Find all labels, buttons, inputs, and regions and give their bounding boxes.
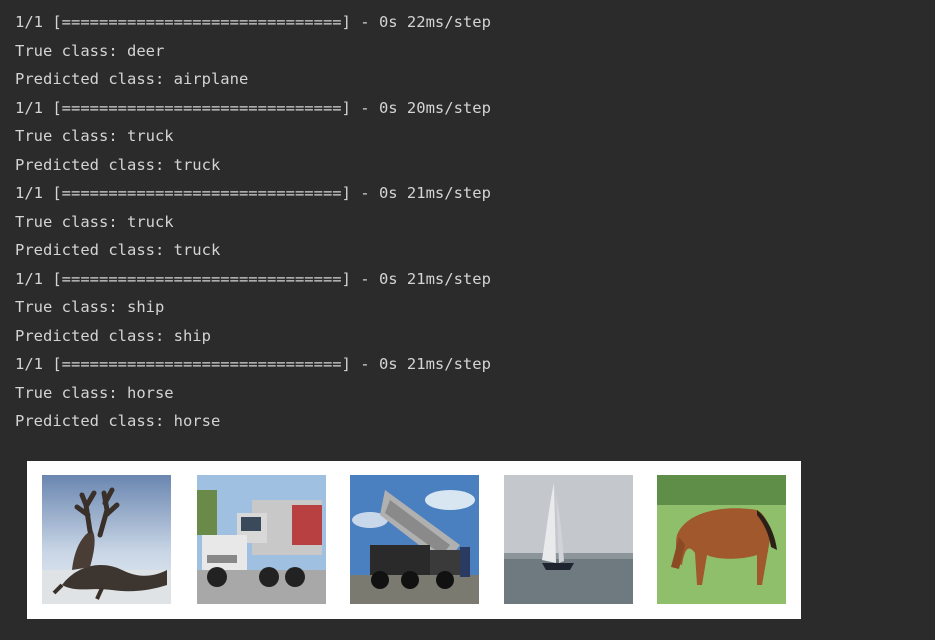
true-class-line: True class: truck (15, 212, 174, 231)
progress-line: 1/1 [==============================] - 0… (15, 13, 491, 31)
true-class-line: True class: truck (15, 127, 174, 145)
truck-image (350, 475, 479, 604)
predicted-class-line: Predicted class: horse (15, 412, 221, 430)
truck-image (197, 475, 326, 604)
progress-line: 1/1 [==============================] - 0… (15, 184, 491, 202)
ship-image (504, 475, 633, 604)
cell-output: 1/1 [==============================] - 0… (15, 10, 491, 438)
image-grid-figure (27, 461, 801, 619)
true-class-line: True class: horse (15, 383, 174, 402)
predicted-class-line: Predicted class: truck (15, 241, 221, 259)
true-class-line: True class: deer (15, 41, 165, 60)
true-class-line: True class: ship (15, 298, 165, 316)
progress-line: 1/1 [==============================] - 0… (15, 355, 491, 373)
predicted-class-line: Predicted class: truck (15, 155, 221, 174)
horse-image (657, 475, 786, 604)
predicted-class-line: Predicted class: airplane (15, 70, 249, 88)
progress-line: 1/1 [==============================] - 0… (15, 98, 491, 117)
deer-image (42, 475, 171, 604)
predicted-class-line: Predicted class: ship (15, 326, 211, 345)
progress-line: 1/1 [==============================] - 0… (15, 269, 491, 288)
